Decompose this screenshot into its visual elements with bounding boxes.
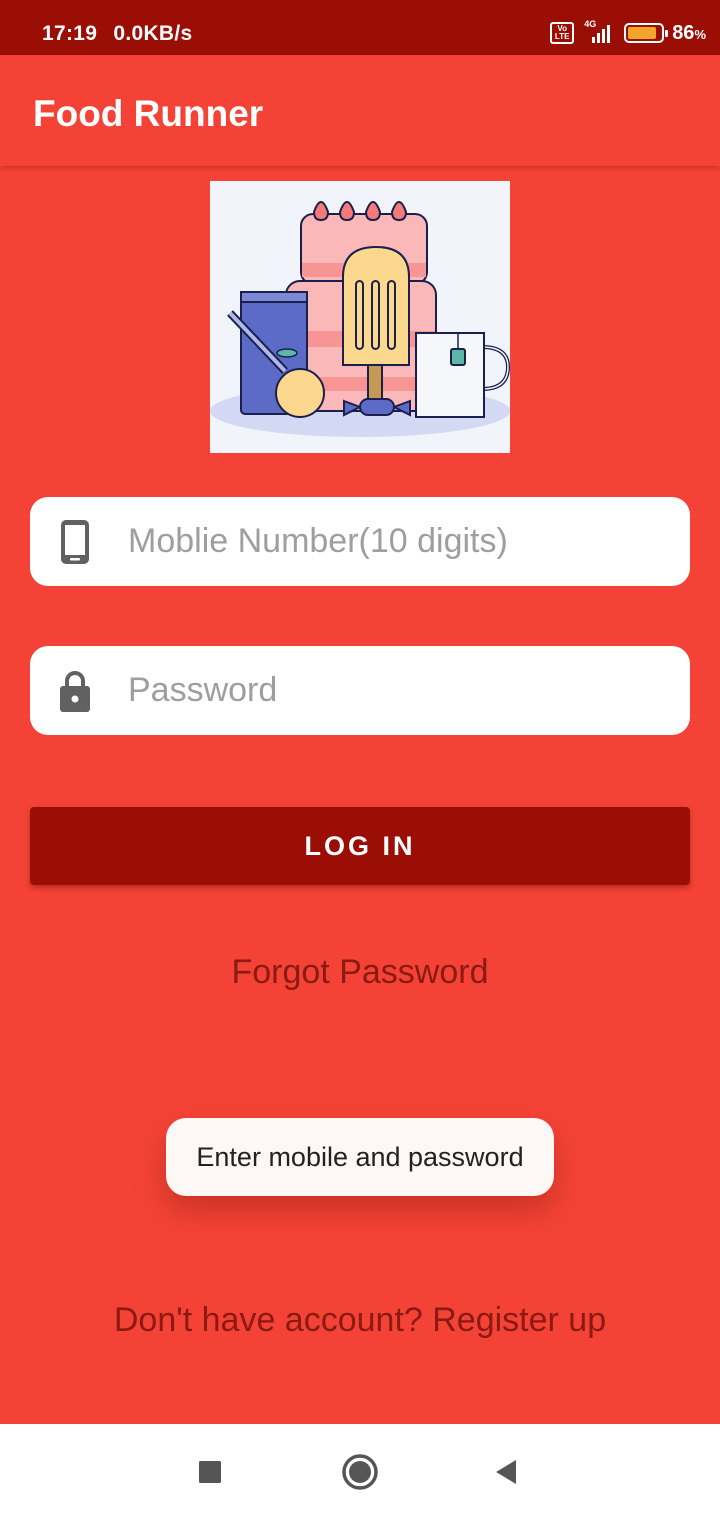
smartphone-icon [61, 520, 89, 564]
signal-icon: 4G [582, 19, 616, 45]
mobile-number-input[interactable] [128, 497, 668, 586]
system-nav-bar [0, 1424, 720, 1520]
battery-percent-unit: % [694, 26, 706, 42]
food-illustration [210, 181, 510, 453]
square-icon [199, 1461, 221, 1483]
battery-percent: 86% [672, 22, 706, 45]
password-field[interactable] [30, 646, 690, 735]
mobile-number-field[interactable] [30, 497, 690, 586]
password-input[interactable] [128, 646, 668, 735]
register-link[interactable]: Don't have account? Register up [0, 1301, 720, 1340]
lock-icon [60, 671, 90, 712]
app-bar: Food Runner [0, 55, 720, 166]
status-time: 17:19 [42, 22, 98, 45]
volte-bottom-text: LTE [554, 32, 570, 41]
status-left: 17:19 0.0KB/s [42, 22, 203, 46]
status-right: Vo LTE 4G 86% [550, 18, 706, 48]
back-button[interactable] [484, 1450, 528, 1494]
circle-icon [342, 1454, 378, 1490]
signal-bars [592, 25, 611, 43]
recents-button[interactable] [188, 1450, 232, 1494]
battery-fill [628, 27, 656, 39]
triangle-back-icon [496, 1460, 516, 1484]
home-button[interactable] [338, 1450, 382, 1494]
battery-percent-value: 86 [672, 21, 695, 44]
volte-icon: Vo LTE [550, 22, 575, 44]
forgot-password-link[interactable]: Forgot Password [0, 953, 720, 992]
app-title: Food Runner [33, 93, 264, 134]
status-bar: 17:19 0.0KB/s Vo LTE 4G 86% [0, 0, 720, 55]
status-net-speed: 0.0KB/s [113, 22, 193, 45]
toast-message: Enter mobile and password [166, 1118, 554, 1196]
login-button[interactable]: LOG IN [30, 807, 690, 885]
battery-icon [624, 23, 669, 43]
